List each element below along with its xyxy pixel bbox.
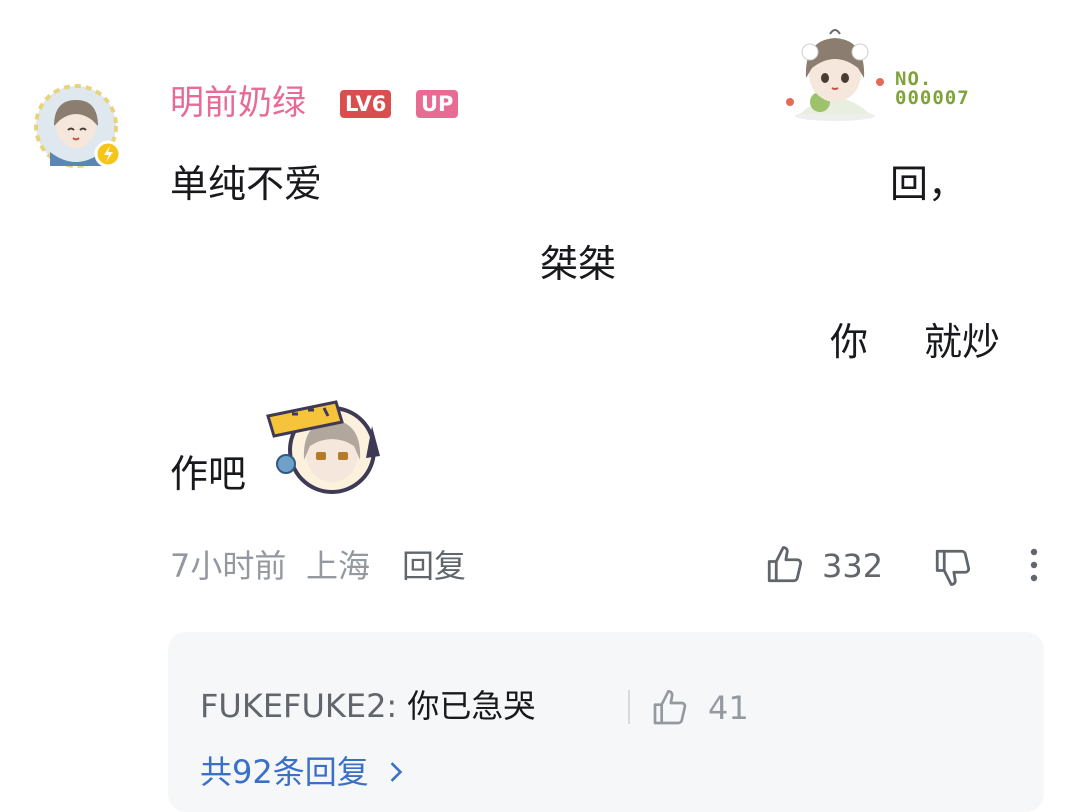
more-menu-button[interactable] xyxy=(1024,546,1044,586)
like-count: 332 xyxy=(822,547,884,585)
avatar-image-icon xyxy=(34,84,122,168)
thumbs-down-icon xyxy=(935,549,971,586)
view-more-replies-link[interactable]: 共92条回复 xyxy=(200,752,403,792)
user-avatar[interactable] xyxy=(30,82,126,172)
up-badge: UP xyxy=(416,90,459,118)
comment-text-line: 就炒 xyxy=(924,320,1001,364)
comment-time: 7小时前 xyxy=(170,547,287,585)
comment-location: 上海 xyxy=(306,547,371,585)
chevron-right-icon xyxy=(389,752,403,792)
more-replies-label: 共92条回复 xyxy=(200,753,369,791)
like-button[interactable] xyxy=(764,544,806,586)
reply-like-count: 41 xyxy=(708,689,749,727)
comment-text-line: 桀桀 xyxy=(540,242,617,286)
thumbs-up-icon xyxy=(653,690,687,725)
comment-text-line: 单纯不爱 xyxy=(170,162,323,206)
sticker-character-icon xyxy=(266,400,380,494)
comment-text-line: 回， xyxy=(890,162,967,206)
reply-author[interactable]: FUKEFUKE2: xyxy=(200,687,397,725)
dislike-button[interactable] xyxy=(932,546,974,588)
level-badge: LV6 xyxy=(340,90,392,118)
comment-text-line: 你 xyxy=(830,320,869,364)
reply-separator xyxy=(628,690,630,724)
fan-card: NO. 000007 xyxy=(780,22,990,122)
sticker-emoji xyxy=(262,396,392,496)
reply-button[interactable]: 回复 xyxy=(402,546,466,586)
thumbs-up-icon xyxy=(767,546,803,583)
fan-number: NO. 000007 xyxy=(895,68,970,109)
reply-text: 你已急哭 xyxy=(407,687,536,725)
fan-card-character-icon xyxy=(786,29,884,121)
comment-text-line: 作吧 xyxy=(170,452,247,496)
reply-preview-item[interactable]: FUKEFUKE2: 你已急哭 xyxy=(200,686,535,726)
username[interactable]: 明前奶绿 xyxy=(170,82,306,124)
reply-like-button[interactable] xyxy=(650,688,690,728)
more-vertical-icon xyxy=(1030,548,1038,582)
